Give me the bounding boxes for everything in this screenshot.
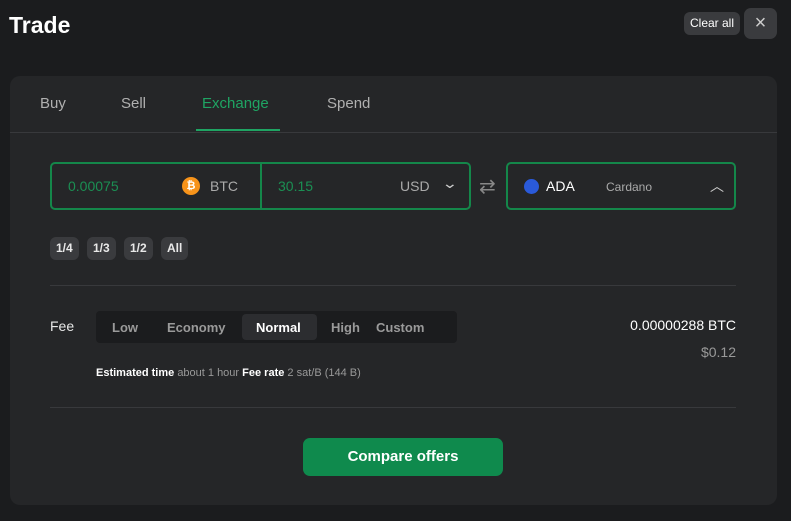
page-title: Trade <box>9 12 71 38</box>
divider <box>50 285 736 286</box>
ada-icon <box>524 179 539 194</box>
fee-normal[interactable]: Normal <box>256 320 301 335</box>
fee-usd: $0.12 <box>700 344 736 360</box>
tab-sell[interactable]: Sell <box>121 95 146 112</box>
to-symbol: ADA <box>546 178 575 194</box>
est-time-label: Estimated time <box>96 367 175 379</box>
to-currency-select[interactable]: ADA Cardano ︿ <box>506 162 736 210</box>
est-time: about 1 hour <box>177 367 240 379</box>
fraction-all[interactable]: All <box>161 237 189 260</box>
fee-economy[interactable]: Economy <box>167 320 226 335</box>
clear-all-button[interactable]: Clear all <box>684 12 741 35</box>
crypto-currency: BTC <box>210 178 238 194</box>
tx-size: (144 B) <box>324 367 361 379</box>
crypto-amount-input[interactable]: 0.00075 <box>68 178 119 194</box>
fraction-third[interactable]: 1/3 <box>87 237 116 260</box>
fiat-currency-select[interactable]: USD <box>400 178 430 194</box>
to-name: Cardano <box>606 180 653 194</box>
fraction-half[interactable]: 1/2 <box>124 237 153 260</box>
chevron-up-icon[interactable]: ︿ <box>710 176 724 196</box>
trade-card: Buy Sell Exchange Spend 0.00075 ₿ BTC 30… <box>10 76 777 505</box>
close-icon[interactable]: × <box>744 8 777 39</box>
fee-selector: Low Economy Normal High Custom <box>96 311 457 343</box>
fee-rate-label: Fee rate <box>242 367 285 379</box>
fee-custom[interactable]: Custom <box>376 320 424 335</box>
fee-details: Estimated time about 1 hour Fee rate 2 s… <box>96 367 361 379</box>
fee-label: Fee <box>50 318 75 334</box>
fiat-amount-input[interactable]: 30.15 <box>278 178 313 194</box>
from-amount-group: 0.00075 ₿ BTC 30.15 USD ⌄ <box>50 162 471 210</box>
fraction-quarter[interactable]: 1/4 <box>50 237 79 260</box>
tab-bar: Buy Sell Exchange Spend <box>10 76 777 133</box>
tab-spend[interactable]: Spend <box>327 95 370 112</box>
compare-offers-button[interactable]: Compare offers <box>303 438 503 476</box>
chevron-down-icon[interactable]: ⌄ <box>442 175 458 192</box>
divider <box>50 407 736 408</box>
swap-icon[interactable]: ⇄ <box>479 174 496 199</box>
btc-icon: ₿ <box>182 177 200 195</box>
tab-buy[interactable]: Buy <box>40 95 66 112</box>
active-tab-indicator <box>196 129 280 131</box>
divider <box>260 164 262 208</box>
fee-rate: 2 sat/B <box>287 367 322 379</box>
fee-high[interactable]: High <box>331 320 360 335</box>
fee-low[interactable]: Low <box>112 320 138 335</box>
fee-btc: 0.00000288 BTC <box>630 317 736 333</box>
tab-exchange[interactable]: Exchange <box>202 95 269 112</box>
